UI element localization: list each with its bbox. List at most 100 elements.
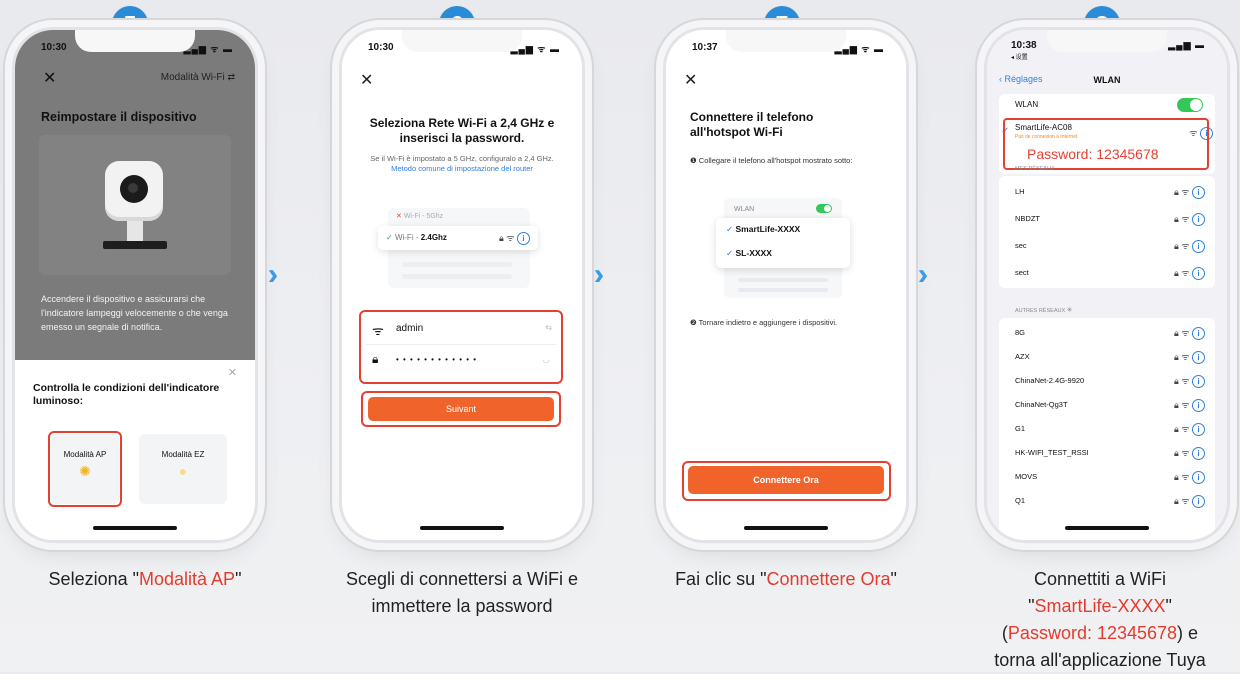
highlight-next-button [361, 391, 561, 427]
caption-step-6: Scegli di connettersi a WiFi e immettere… [345, 569, 579, 616]
hotspot-name-1: SmartLife-XXXX [735, 224, 801, 234]
page-title: Seleziona Rete Wi-Fi a 2,4 GHz e inseris… [369, 116, 555, 145]
status-time: 10:38 [1011, 40, 1037, 51]
caption-highlight: Modalità AP [139, 569, 236, 589]
sheet-title: Controlla le condizioni dell'indicatore … [33, 382, 220, 407]
network-row[interactable]: ChinaNet-Qg3T 🔒︎ ᯤ i [999, 392, 1215, 416]
my-networks-list: LH 🔒︎ ᯤ i NBDZT 🔒︎ ᯤ i sec 🔒︎ ᯤ i sect 🔒︎ ᯤ … [999, 176, 1215, 288]
notch [1047, 30, 1167, 52]
network-row[interactable]: LH 🔒︎ ᯤ i [999, 178, 1215, 205]
network-name: 8G [1015, 328, 1026, 337]
wlan-toggle [816, 204, 832, 213]
highlight-credentials [359, 310, 563, 384]
wlan-toggle[interactable] [1177, 98, 1203, 112]
network-row[interactable]: ChinaNet-2.4G-9920 🔒︎ ᯤ i [999, 368, 1215, 392]
caption-highlight: Password: 12345678 [1007, 623, 1178, 643]
highlight-connected-network [1003, 118, 1209, 170]
network-name: sect [1015, 268, 1029, 277]
home-indicator [744, 526, 828, 530]
notch [726, 30, 846, 52]
network-name: sec [1015, 241, 1027, 250]
lock-wifi-info-icons: 🔒︎ ᯤ i [1174, 374, 1205, 388]
lock-wifi-info-icons: 🔒︎ ᯤ i [1174, 266, 1205, 280]
lock-wifi-info-icons: 🔒︎ ᯤ i [1174, 239, 1205, 253]
status-time: 10:30 [41, 42, 67, 53]
network-row[interactable]: sec 🔒︎ ᯤ i [999, 232, 1215, 259]
caption-text: Seleziona " [48, 569, 139, 589]
network-name: G1 [1015, 424, 1026, 433]
network-row[interactable]: MOVS 🔒︎ ᯤ i [999, 464, 1215, 488]
network-row[interactable]: Q1 🔒︎ ᯤ i [999, 488, 1215, 512]
option-ez-label: Modalità EZ [161, 450, 205, 459]
network-row[interactable]: HK-WIFI_TEST_RSSI 🔒︎ ᯤ i [999, 440, 1215, 464]
wlan-toggle-row: WLAN [1015, 100, 1038, 109]
network-row[interactable]: sect 🔒︎ ᯤ i [999, 259, 1215, 286]
lock-wifi-info-icons: 🔒︎ ᯤ i [1174, 446, 1205, 460]
network-name: Q1 [1015, 496, 1026, 505]
notch [402, 30, 522, 52]
phone-step-6: 10:30 ▂▄▆ ᯤ ▬ ✕ Seleziona Rete Wi-Fi a 2… [342, 30, 582, 540]
network-row[interactable]: AZX 🔒︎ ᯤ i [999, 344, 1215, 368]
option-ez-mode[interactable]: Modalità EZ ● [139, 434, 227, 504]
wlan-label: WLAN [734, 206, 755, 213]
lock-wifi-info-icons: 🔒︎ ᯤ i [1174, 470, 1205, 484]
network-name: HK-WIFI_TEST_RSSI [1015, 448, 1089, 457]
network-row[interactable]: 8G 🔒︎ ᯤ i [999, 320, 1215, 344]
close-icon[interactable]: ✕ [360, 70, 373, 90]
device-illustration [39, 135, 231, 275]
hint-body: Se il Wi-Fi è impostato a 5 GHz, configu… [370, 154, 554, 163]
caption-line: Connettiti a WiFi [1033, 569, 1167, 589]
check-icon: ✓ [726, 248, 734, 258]
router-settings-link[interactable]: Metodo comune di impostazione del router [391, 164, 533, 173]
network-name: NBDZT [1015, 214, 1040, 223]
status-time: 10:30 [368, 42, 394, 53]
mode-switch-link[interactable]: Modalità Wi-Fi ⇄ [161, 72, 235, 83]
step-1-text: ❶ Collegare il telefono all'hotspot most… [690, 156, 853, 165]
close-icon[interactable]: ✕ [684, 70, 697, 90]
caption-step-7: Fai clic su "Connettere Ora" [636, 566, 936, 593]
caption-text: " [1165, 596, 1172, 616]
wifi-5g-label: 5Ghz [426, 213, 444, 220]
lock-wifi-info-icons: 🔒︎ ᯤ i [1174, 494, 1205, 508]
step-2-text: ❷ Tornare indietro e aggiungere i dispos… [690, 318, 838, 327]
caption-text: ) e [1177, 623, 1199, 643]
network-row[interactable]: G1 🔒︎ ᯤ i [999, 416, 1215, 440]
network-name: ChinaNet-Qg3T [1015, 400, 1068, 409]
home-indicator [1065, 526, 1149, 530]
x-icon: ✕ [396, 213, 402, 220]
other-networks-text: AUTRES RÉSEAUX [1015, 308, 1066, 314]
caption-highlight: Connettere Ora [766, 569, 891, 589]
phone-step-5: 10:30 ▂▄▆ ᯤ ▬ ✕ Modalità Wi-Fi ⇄ Reimpos… [15, 30, 255, 540]
wifi-24-prefix: Wi-Fi - [394, 233, 421, 242]
wifi-5g-row: ✕ Wi-Fi - 5Ghz [396, 212, 522, 226]
caption-text: " [890, 569, 897, 589]
caption-text: Fai clic su " [675, 569, 767, 589]
my-networks-label: MES RÉSEAUX [1015, 166, 1055, 172]
caption-highlight: SmartLife-XXXX [1034, 596, 1166, 616]
status-signal-icon: ▂▄▆ ▬ [1168, 40, 1205, 50]
hotspot-row-2: ✓ SL-XXXX [726, 248, 772, 259]
hotspot-list: ✓ SmartLife-XXXX ✓ SL-XXXX [716, 218, 850, 268]
network-name: MOVS [1015, 472, 1038, 481]
phone-step-8: 10:38 ◂ 设置 ▂▄▆ ▬ ‹ Réglages WLAN WLAN ✓ … [987, 30, 1227, 540]
close-icon[interactable]: ✕ [43, 68, 56, 88]
network-name: AZX [1015, 352, 1030, 361]
hotspot-name-2: SL-XXXX [735, 248, 772, 258]
notch [75, 30, 195, 52]
sheet-close-icon[interactable]: ✕ [228, 366, 237, 379]
bottom-sheet: ✕ Controlla le condizioni dell'indicator… [15, 360, 255, 540]
home-indicator [420, 526, 504, 530]
mode-label: Modalità Wi-Fi [160, 72, 225, 83]
caption-text: " [235, 569, 242, 589]
lock-wifi-info-icons: 🔒︎ ᯤ i [1174, 398, 1205, 412]
lock-wifi-info-icons: 🔒︎ ᯤ i [1174, 350, 1205, 364]
other-networks-list: 8G 🔒︎ ᯤ i AZX 🔒︎ ᯤ i ChinaNet-2.4G-9920 🔒︎ … [999, 318, 1215, 540]
page-title: Reimpostare il dispositivo [41, 110, 197, 124]
caption-line: torna all'applicazione Tuya [994, 650, 1206, 670]
status-time: 10:37 [692, 42, 718, 53]
hint-text: Se il Wi-Fi è impostato a 5 GHz, configu… [362, 154, 562, 174]
camera-icon [105, 161, 163, 221]
network-row[interactable]: NBDZT 🔒︎ ᯤ i [999, 205, 1215, 232]
wifi-24-row: ✓ Wi-Fi - 2.4Ghz 🔒︎ ᯤ i [378, 226, 538, 250]
swap-icon: ⇄ [227, 72, 235, 82]
